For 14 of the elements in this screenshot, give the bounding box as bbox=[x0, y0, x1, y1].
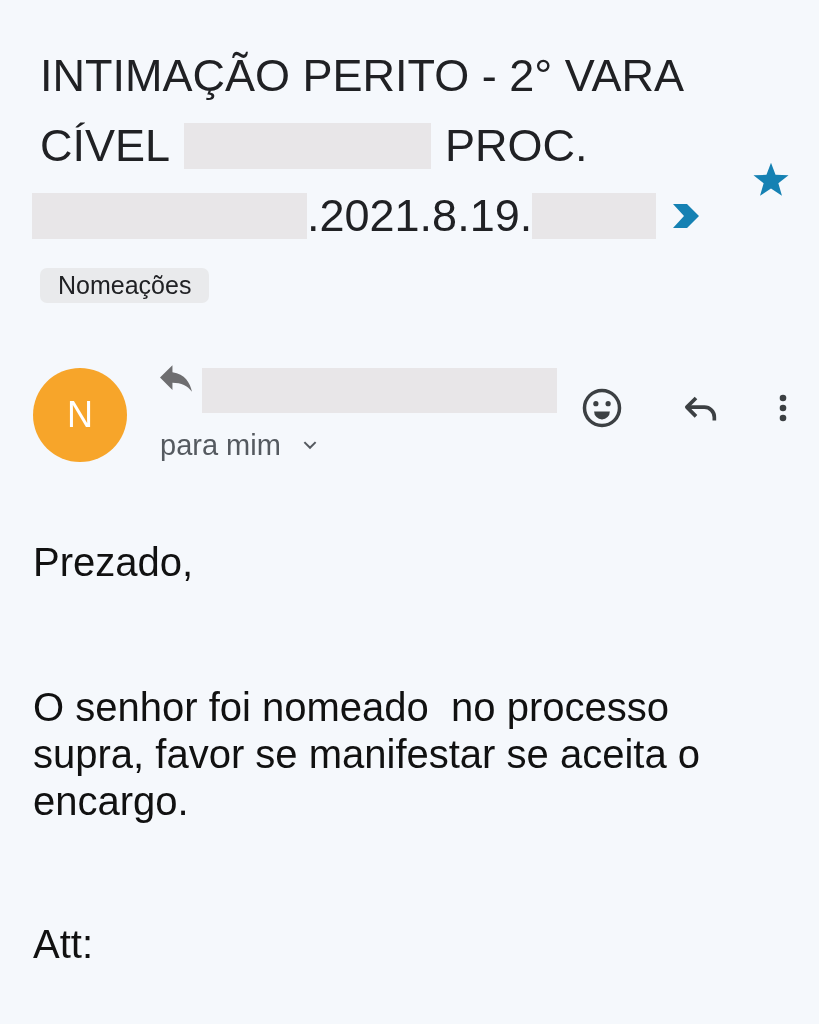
body-paragraph: O senhor foi nomeado no processo supra, favor se manifestar se aceita o encargo. bbox=[33, 684, 701, 825]
subject-text: .2021.8.19. bbox=[307, 189, 533, 243]
smiley-icon[interactable] bbox=[581, 387, 623, 429]
body-paragraph: Prezado, bbox=[33, 539, 195, 586]
subject-text: INTIMAÇÃO PERITO - 2° VARA bbox=[40, 49, 684, 103]
body-paragraph: Att: bbox=[33, 921, 95, 968]
more-options-icon[interactable] bbox=[779, 393, 787, 423]
important-marker-icon[interactable] bbox=[673, 204, 700, 228]
subject-text: PROC. bbox=[445, 119, 588, 173]
caret-icon bbox=[302, 440, 317, 450]
star-icon[interactable] bbox=[752, 162, 790, 198]
subject-text: CÍVEL bbox=[40, 119, 171, 173]
label-chip[interactable]: Nomeações bbox=[40, 268, 210, 303]
recipients-button[interactable]: para mim bbox=[160, 428, 317, 462]
